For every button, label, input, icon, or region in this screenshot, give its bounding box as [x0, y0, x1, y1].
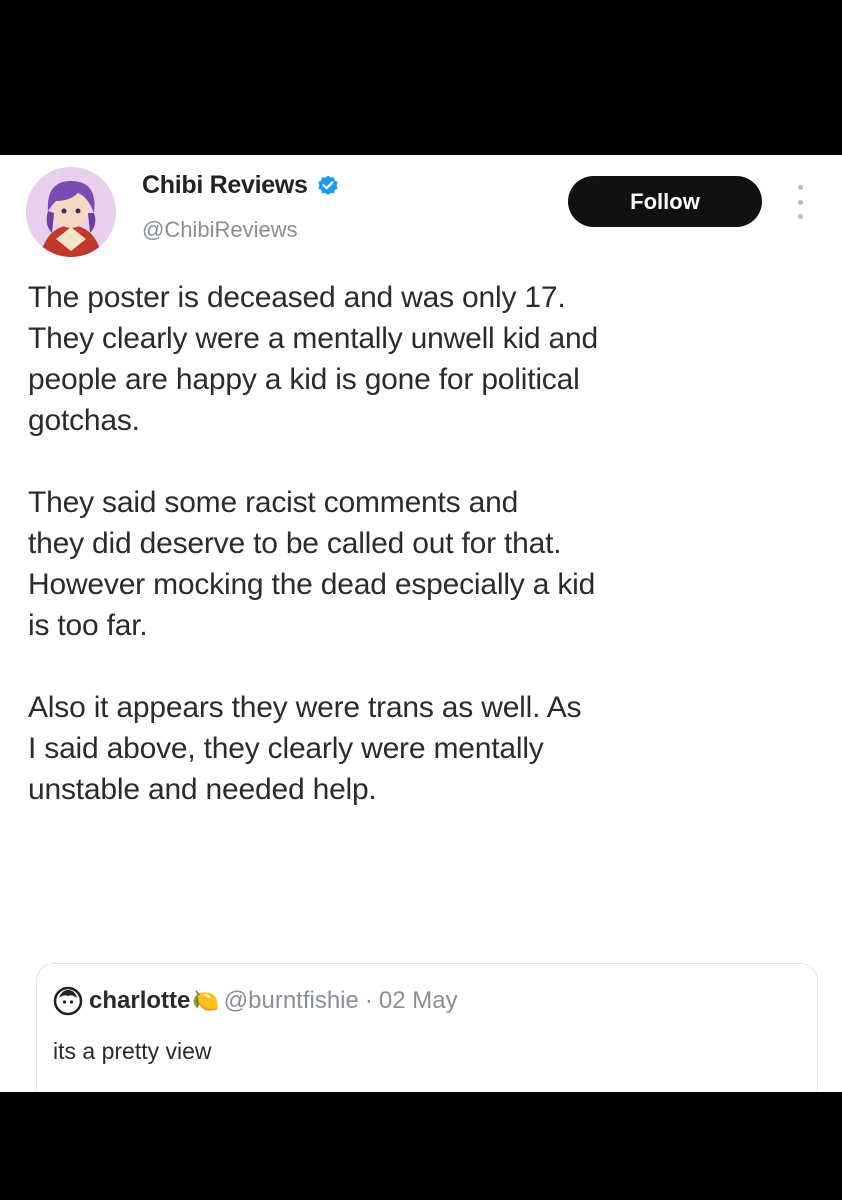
post-text: The poster is deceased and was only 17. …: [28, 277, 818, 810]
anime-character-avatar-icon: [26, 167, 116, 257]
quoted-post-date[interactable]: 02 May: [379, 987, 458, 1015]
author-name[interactable]: Chibi Reviews: [142, 171, 308, 200]
more-dot: [797, 185, 803, 190]
post-paragraph: They said some racist comments and they …: [28, 486, 596, 642]
post-card: Chibi Reviews @ChibiReviews Follow The p…: [0, 155, 842, 1092]
separator-dot: ·: [364, 987, 373, 1014]
more-options-icon[interactable]: [790, 185, 810, 219]
post-paragraph: The poster is deceased and was only 17. …: [28, 281, 598, 437]
author-avatar[interactable]: [26, 167, 116, 257]
quoted-author-name[interactable]: charlotte: [89, 987, 190, 1015]
quoted-post[interactable]: charlotte 🍋 @burntfishie · 02 May its a …: [36, 963, 818, 1092]
follow-button[interactable]: Follow: [568, 176, 762, 227]
quoted-author-handle[interactable]: @burntfishie: [224, 987, 359, 1015]
quoted-post-header: charlotte 🍋 @burntfishie · 02 May: [53, 986, 458, 1016]
more-dot: [797, 199, 803, 205]
post-paragraph: Also it appears they were trans as well.…: [28, 691, 582, 806]
author-handle[interactable]: @ChibiReviews: [142, 217, 298, 243]
author-name-row: Chibi Reviews: [142, 171, 340, 200]
quoted-author-avatar-icon[interactable]: [53, 986, 83, 1016]
verified-badge-icon: [317, 175, 338, 195]
more-dot: [797, 214, 803, 219]
quoted-post-text: its a pretty view: [53, 1038, 212, 1064]
lemon-emoji-icon: 🍋: [192, 988, 220, 1013]
